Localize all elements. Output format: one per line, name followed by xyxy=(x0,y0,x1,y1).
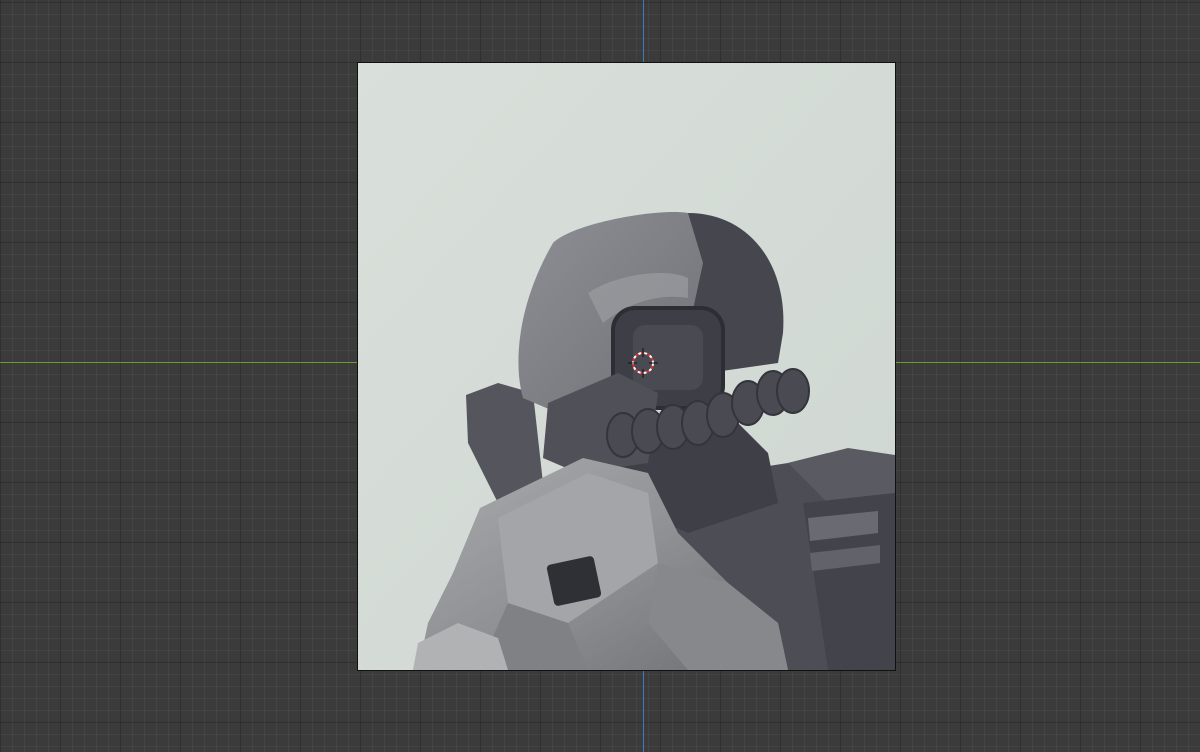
3d-viewport[interactable] xyxy=(0,0,1200,752)
3d-cursor-icon[interactable] xyxy=(628,348,658,378)
reference-image-plane[interactable] xyxy=(358,63,895,670)
robot-figure-helmet-image xyxy=(358,63,895,670)
